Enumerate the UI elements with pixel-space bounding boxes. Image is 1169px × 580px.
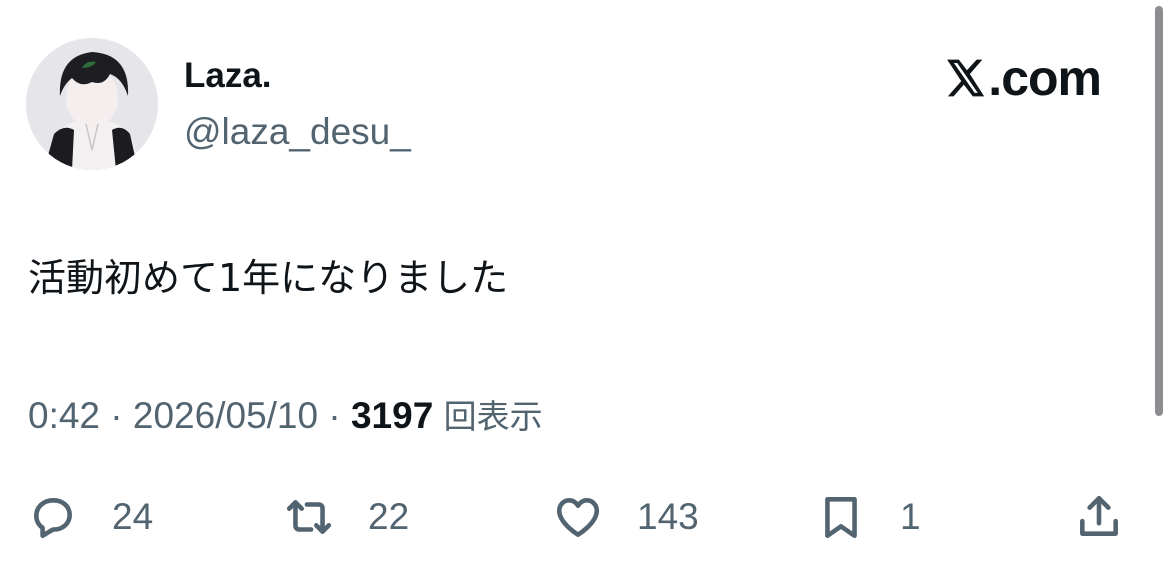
like-button[interactable]: 143	[553, 487, 699, 547]
repost-count: 22	[368, 496, 410, 537]
like-count: 143	[637, 496, 699, 537]
bookmark-count: 1	[900, 496, 921, 537]
brand-logo: .com	[942, 50, 1102, 106]
tweet-meta: 0:42 · 2026/05/10 · 3197 回表示	[28, 393, 543, 440]
reply-button[interactable]: 24	[28, 487, 153, 547]
tweet-time[interactable]: 0:42	[28, 395, 100, 436]
views-label: 回表示	[443, 397, 543, 436]
reply-icon	[34, 498, 72, 539]
share-icon	[1080, 495, 1118, 536]
bookmark-icon	[825, 497, 857, 539]
avatar[interactable]	[26, 38, 158, 170]
views-count: 3197	[350, 395, 434, 436]
scrollbar[interactable]	[1155, 6, 1163, 416]
meta-separator: ·	[328, 395, 341, 436]
repost-button[interactable]: 22	[284, 487, 409, 547]
heart-icon	[556, 498, 600, 537]
meta-separator: ·	[110, 395, 123, 436]
display-name[interactable]: Laza.	[184, 56, 272, 96]
repost-icon	[286, 500, 332, 534]
brand-label: .com	[988, 50, 1102, 106]
share-button[interactable]	[1074, 487, 1124, 547]
tweet-date[interactable]: 2026/05/10	[133, 395, 318, 436]
avatar-image	[26, 38, 158, 170]
action-bar: 24 22 143 1	[0, 487, 1169, 547]
bookmark-button[interactable]: 1	[816, 487, 921, 547]
user-handle[interactable]: @laza_desu_	[184, 110, 411, 154]
tweet-text: 活動初めて1年になりました	[28, 256, 509, 300]
tweet-card: Laza. @laza_desu_ .com 活動初めて1年になりました 0:4…	[0, 0, 1169, 580]
x-logo-icon	[947, 59, 985, 97]
reply-count: 24	[112, 496, 154, 537]
